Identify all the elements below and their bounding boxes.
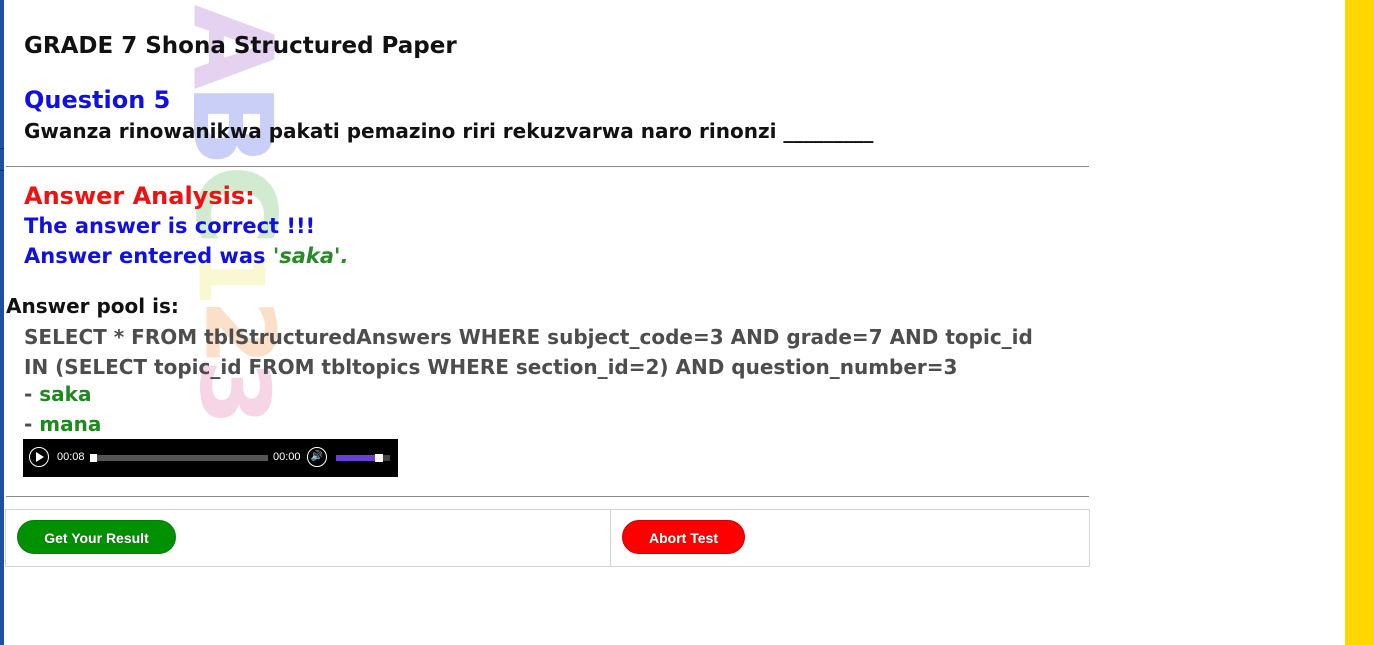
audio-progress-thumb[interactable] xyxy=(90,454,97,462)
answer-pool-item: - mana xyxy=(24,412,101,436)
volume-fill xyxy=(336,455,375,461)
divider xyxy=(6,496,1089,497)
left-edge-tick xyxy=(0,148,4,149)
paper-title: GRADE 7 Shona Structured Paper xyxy=(24,33,457,59)
audio-player: 00:08 00:00 🔊 xyxy=(23,439,398,477)
answer-result: The answer is correct !!! xyxy=(24,214,316,238)
right-side-bar xyxy=(1345,0,1374,645)
question-text: Gwanza rinowanikwa pakati pemazino riri … xyxy=(24,119,874,143)
left-edge-tick xyxy=(0,170,4,171)
question-number: Question 5 xyxy=(24,86,171,114)
answer-pool-query: SELECT * FROM tblStructuredAnswers WHERE… xyxy=(24,325,1033,379)
pool-item-value: saka xyxy=(39,382,92,406)
answer-entered-value: 'saka'. xyxy=(272,244,349,268)
pool-item-prefix: - xyxy=(24,412,40,436)
answer-analysis-heading: Answer Analysis: xyxy=(24,182,255,210)
play-icon[interactable] xyxy=(29,447,49,467)
answer-entered-label: Answer entered was xyxy=(24,244,273,268)
audio-progress-track[interactable] xyxy=(90,454,268,462)
volume-icon[interactable]: 🔊 xyxy=(307,447,327,467)
audio-duration: 00:00 xyxy=(273,451,301,463)
answer-pool-heading: Answer pool is: xyxy=(6,294,179,318)
pool-item-value: mana xyxy=(39,412,102,436)
volume-thumb[interactable] xyxy=(375,454,383,462)
abort-test-button[interactable]: Abort Test xyxy=(622,520,745,554)
answer-pool-item: - saka xyxy=(24,382,91,406)
get-result-button[interactable]: Get Your Result xyxy=(17,520,176,554)
volume-slider[interactable] xyxy=(336,454,390,462)
audio-current-time: 00:08 xyxy=(57,451,85,463)
action-bar: Get Your Result Abort Test xyxy=(5,509,1090,567)
divider xyxy=(6,166,1089,167)
action-bar-divider xyxy=(610,510,611,566)
pool-item-prefix: - xyxy=(24,382,40,406)
left-edge-bar xyxy=(0,0,4,645)
answer-entered: Answer entered was 'saka'. xyxy=(24,244,348,268)
